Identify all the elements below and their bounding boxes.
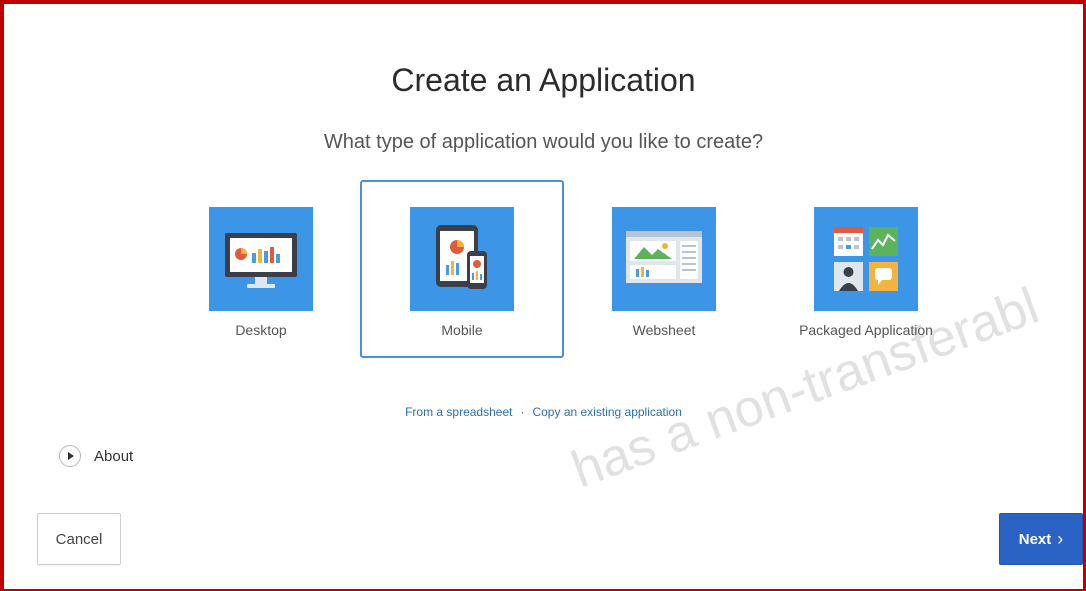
packaged-tile — [814, 207, 918, 311]
websheet-icon — [626, 231, 702, 283]
play-circle-icon — [59, 445, 81, 467]
app-type-label: Mobile — [441, 322, 483, 338]
app-type-mobile[interactable]: Mobile — [360, 180, 564, 358]
next-label: Next — [1018, 530, 1052, 548]
cancel-button[interactable]: Cancel — [37, 513, 121, 565]
from-spreadsheet-link[interactable]: From a spreadsheet — [405, 405, 512, 419]
mobile-tile — [410, 207, 514, 311]
about-toggle[interactable]: About — [59, 443, 133, 469]
next-button[interactable]: Next › — [999, 513, 1083, 565]
app-type-packaged[interactable]: Packaged Application — [764, 180, 968, 358]
copy-existing-application-link[interactable]: Copy an existing application — [532, 405, 681, 419]
dialog-frame: Create an Application What type of appli… — [0, 0, 1086, 591]
app-type-desktop[interactable]: Desktop — [159, 180, 363, 358]
page-title: Create an Application — [391, 62, 696, 98]
app-type-label: Desktop — [235, 322, 287, 338]
app-type-websheet[interactable]: Websheet — [562, 180, 766, 358]
about-label: About — [94, 447, 134, 465]
packaged-app-icon — [834, 227, 898, 291]
mobile-devices-icon — [436, 225, 487, 289]
chevron-right-icon: › — [1057, 529, 1064, 549]
page-subtitle: What type of application would you like … — [323, 131, 764, 153]
app-type-label: Websheet — [632, 322, 696, 338]
desktop-tile — [209, 207, 313, 311]
link-separator: · — [520, 405, 525, 419]
desktop-monitor-icon — [225, 233, 297, 288]
alternate-create-links: From a spreadsheet · Copy an existing appl… — [4, 405, 1083, 419]
app-type-label: Packaged Application — [799, 322, 933, 338]
websheet-tile — [612, 207, 716, 311]
